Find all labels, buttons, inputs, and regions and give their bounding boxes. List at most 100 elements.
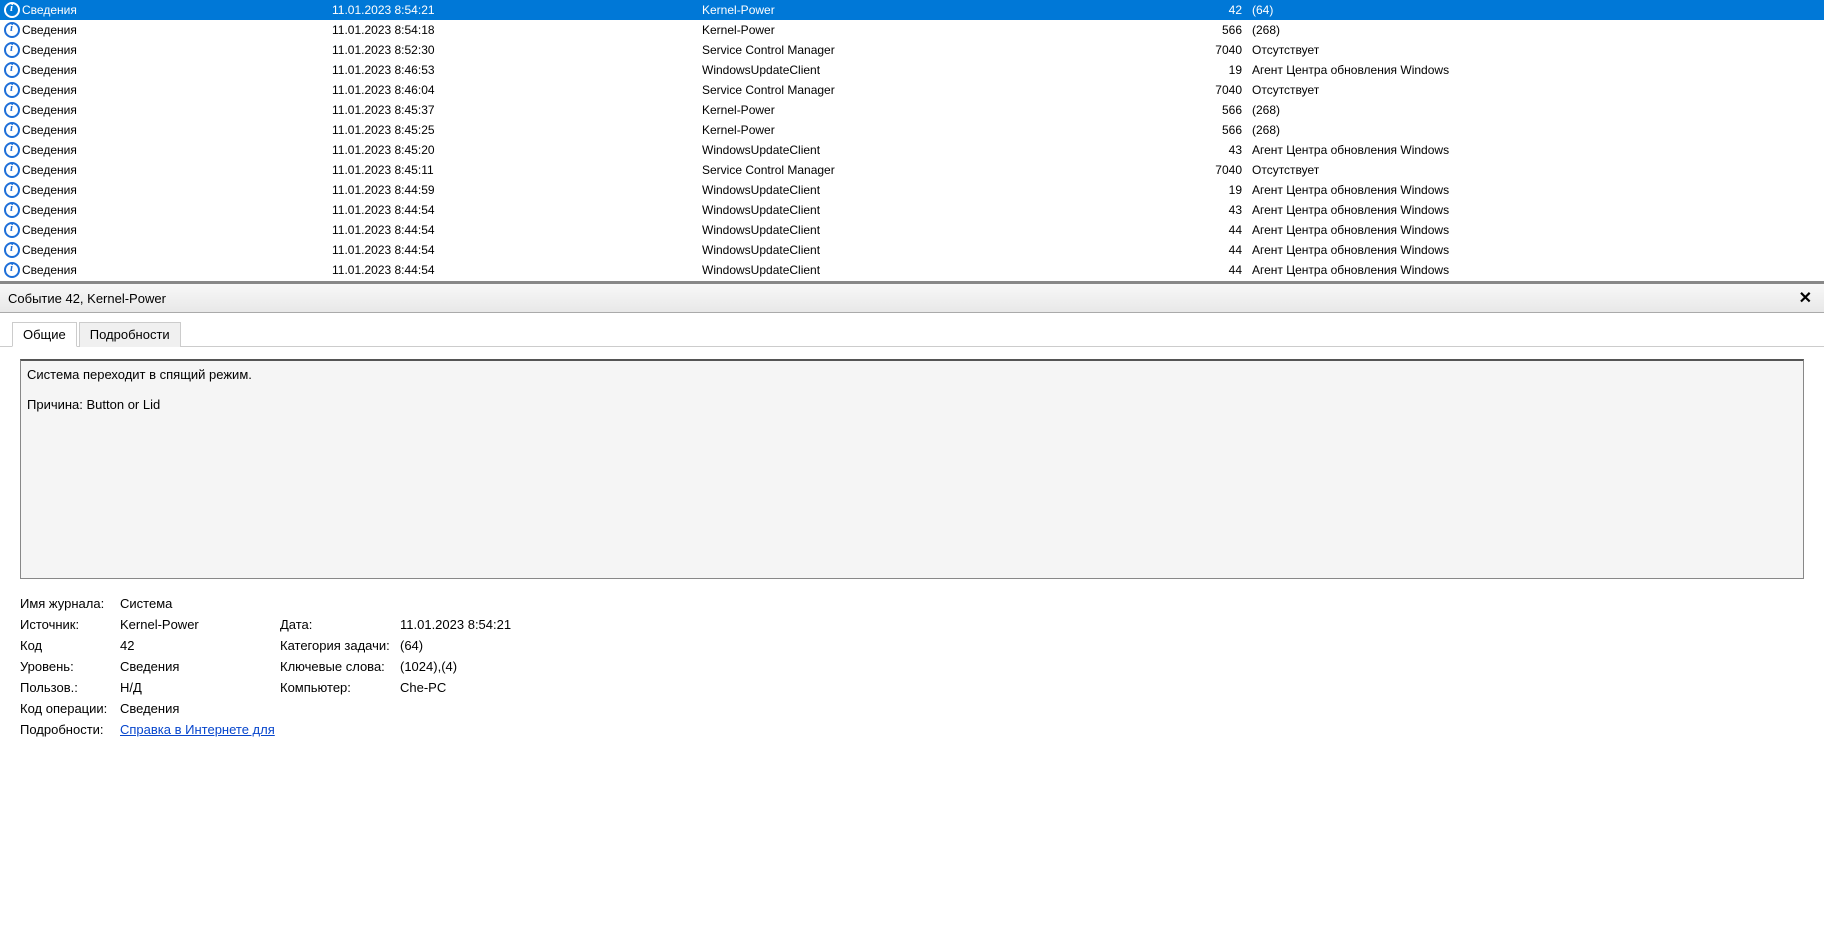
- event-id: 566: [1192, 123, 1252, 137]
- value-task-category: (64): [400, 638, 1804, 653]
- label-level: Уровень:: [20, 659, 120, 674]
- event-row[interactable]: Сведения11.01.2023 8:44:54WindowsUpdateC…: [0, 220, 1824, 240]
- event-task: Агент Центра обновления Windows: [1252, 223, 1820, 237]
- event-list[interactable]: Сведения11.01.2023 8:54:21Kernel-Power42…: [0, 0, 1824, 282]
- event-source: WindowsUpdateClient: [702, 143, 1192, 157]
- event-detail-panel: Событие 42, Kernel-Power ✕ Общие Подробн…: [0, 282, 1824, 752]
- event-row[interactable]: Сведения11.01.2023 8:44:59WindowsUpdateC…: [0, 180, 1824, 200]
- detail-title: Событие 42, Kernel-Power: [8, 291, 166, 306]
- event-level: Сведения: [22, 43, 332, 57]
- event-level: Сведения: [22, 63, 332, 77]
- tab-general[interactable]: Общие: [12, 322, 77, 347]
- event-source: WindowsUpdateClient: [702, 203, 1192, 217]
- event-date: 11.01.2023 8:44:59: [332, 183, 702, 197]
- value-opcode: Сведения: [120, 701, 280, 716]
- value-event-id: 42: [120, 638, 280, 653]
- event-date: 11.01.2023 8:45:20: [332, 143, 702, 157]
- event-source: Kernel-Power: [702, 23, 1192, 37]
- event-source: WindowsUpdateClient: [702, 243, 1192, 257]
- event-date: 11.01.2023 8:44:54: [332, 223, 702, 237]
- event-row[interactable]: Сведения11.01.2023 8:52:30Service Contro…: [0, 40, 1824, 60]
- event-row[interactable]: Сведения11.01.2023 8:46:04Service Contro…: [0, 80, 1824, 100]
- event-task: Агент Центра обновления Windows: [1252, 143, 1820, 157]
- event-date: 11.01.2023 8:45:37: [332, 103, 702, 117]
- event-source: WindowsUpdateClient: [702, 63, 1192, 77]
- label-event-id: Код: [20, 638, 120, 653]
- event-task: Агент Центра обновления Windows: [1252, 183, 1820, 197]
- info-icon: [4, 162, 20, 178]
- event-source: Service Control Manager: [702, 163, 1192, 177]
- event-row[interactable]: Сведения11.01.2023 8:45:25Kernel-Power56…: [0, 120, 1824, 140]
- label-user: Пользов.:: [20, 680, 120, 695]
- label-computer: Компьютер:: [280, 680, 400, 695]
- event-task: Агент Центра обновления Windows: [1252, 203, 1820, 217]
- event-task: (268): [1252, 103, 1820, 117]
- event-id: 19: [1192, 63, 1252, 77]
- event-id: 7040: [1192, 163, 1252, 177]
- event-level: Сведения: [22, 183, 332, 197]
- info-icon: [4, 222, 20, 238]
- event-row[interactable]: Сведения11.01.2023 8:54:18Kernel-Power56…: [0, 20, 1824, 40]
- event-row[interactable]: Сведения11.01.2023 8:44:54WindowsUpdateC…: [0, 200, 1824, 220]
- event-id: 566: [1192, 23, 1252, 37]
- event-id: 566: [1192, 103, 1252, 117]
- value-level: Сведения: [120, 659, 280, 674]
- info-icon: [4, 22, 20, 38]
- event-properties: Имя журнала: Система Источник: Kernel-Po…: [20, 593, 1804, 740]
- value-keywords: (1024),(4): [400, 659, 1804, 674]
- event-level: Сведения: [22, 243, 332, 257]
- label-task-category: Категория задачи:: [280, 638, 400, 653]
- event-source: WindowsUpdateClient: [702, 223, 1192, 237]
- event-task: Агент Центра обновления Windows: [1252, 243, 1820, 257]
- event-source: Kernel-Power: [702, 123, 1192, 137]
- value-source: Kernel-Power: [120, 617, 280, 632]
- label-keywords: Ключевые слова:: [280, 659, 400, 674]
- event-id: 44: [1192, 263, 1252, 277]
- event-row[interactable]: Сведения11.01.2023 8:45:11Service Contro…: [0, 160, 1824, 180]
- event-source: Kernel-Power: [702, 103, 1192, 117]
- event-source: Service Control Manager: [702, 83, 1192, 97]
- event-row[interactable]: Сведения11.01.2023 8:44:54WindowsUpdateC…: [0, 240, 1824, 260]
- event-level: Сведения: [22, 203, 332, 217]
- tab-details[interactable]: Подробности: [79, 322, 181, 347]
- info-icon: [4, 202, 20, 218]
- detail-body: Система переходит в спящий режим. Причин…: [0, 347, 1824, 752]
- event-date: 11.01.2023 8:54:21: [332, 3, 702, 17]
- event-id: 19: [1192, 183, 1252, 197]
- event-row[interactable]: Сведения11.01.2023 8:44:54WindowsUpdateC…: [0, 260, 1824, 280]
- event-source: WindowsUpdateClient: [702, 263, 1192, 277]
- event-id: 7040: [1192, 43, 1252, 57]
- event-task: Отсутствует: [1252, 163, 1820, 177]
- more-info-link[interactable]: Справка в Интернете для: [120, 722, 275, 737]
- info-icon: [4, 102, 20, 118]
- info-icon: [4, 42, 20, 58]
- event-date: 11.01.2023 8:44:54: [332, 243, 702, 257]
- close-icon[interactable]: ✕: [1795, 288, 1816, 308]
- label-opcode: Код операции:: [20, 701, 120, 716]
- event-row[interactable]: Сведения11.01.2023 8:45:37Kernel-Power56…: [0, 100, 1824, 120]
- event-date: 11.01.2023 8:52:30: [332, 43, 702, 57]
- event-source: Kernel-Power: [702, 3, 1192, 17]
- event-task: (268): [1252, 123, 1820, 137]
- event-id: 7040: [1192, 83, 1252, 97]
- event-id: 43: [1192, 203, 1252, 217]
- event-row[interactable]: Сведения11.01.2023 8:46:53WindowsUpdateC…: [0, 60, 1824, 80]
- event-level: Сведения: [22, 103, 332, 117]
- event-task: Отсутствует: [1252, 43, 1820, 57]
- event-row[interactable]: Сведения11.01.2023 8:45:20WindowsUpdateC…: [0, 140, 1824, 160]
- event-level: Сведения: [22, 223, 332, 237]
- event-row[interactable]: Сведения11.01.2023 8:54:21Kernel-Power42…: [0, 0, 1824, 20]
- info-icon: [4, 122, 20, 138]
- event-task: Агент Центра обновления Windows: [1252, 63, 1820, 77]
- event-source: WindowsUpdateClient: [702, 183, 1192, 197]
- event-message: Система переходит в спящий режим. Причин…: [20, 359, 1804, 579]
- info-icon: [4, 82, 20, 98]
- event-date: 11.01.2023 8:54:18: [332, 23, 702, 37]
- detail-header-bar: Событие 42, Kernel-Power ✕: [0, 284, 1824, 313]
- info-icon: [4, 142, 20, 158]
- event-task: (268): [1252, 23, 1820, 37]
- value-user: Н/Д: [120, 680, 280, 695]
- event-id: 42: [1192, 3, 1252, 17]
- event-date: 11.01.2023 8:46:04: [332, 83, 702, 97]
- event-id: 43: [1192, 143, 1252, 157]
